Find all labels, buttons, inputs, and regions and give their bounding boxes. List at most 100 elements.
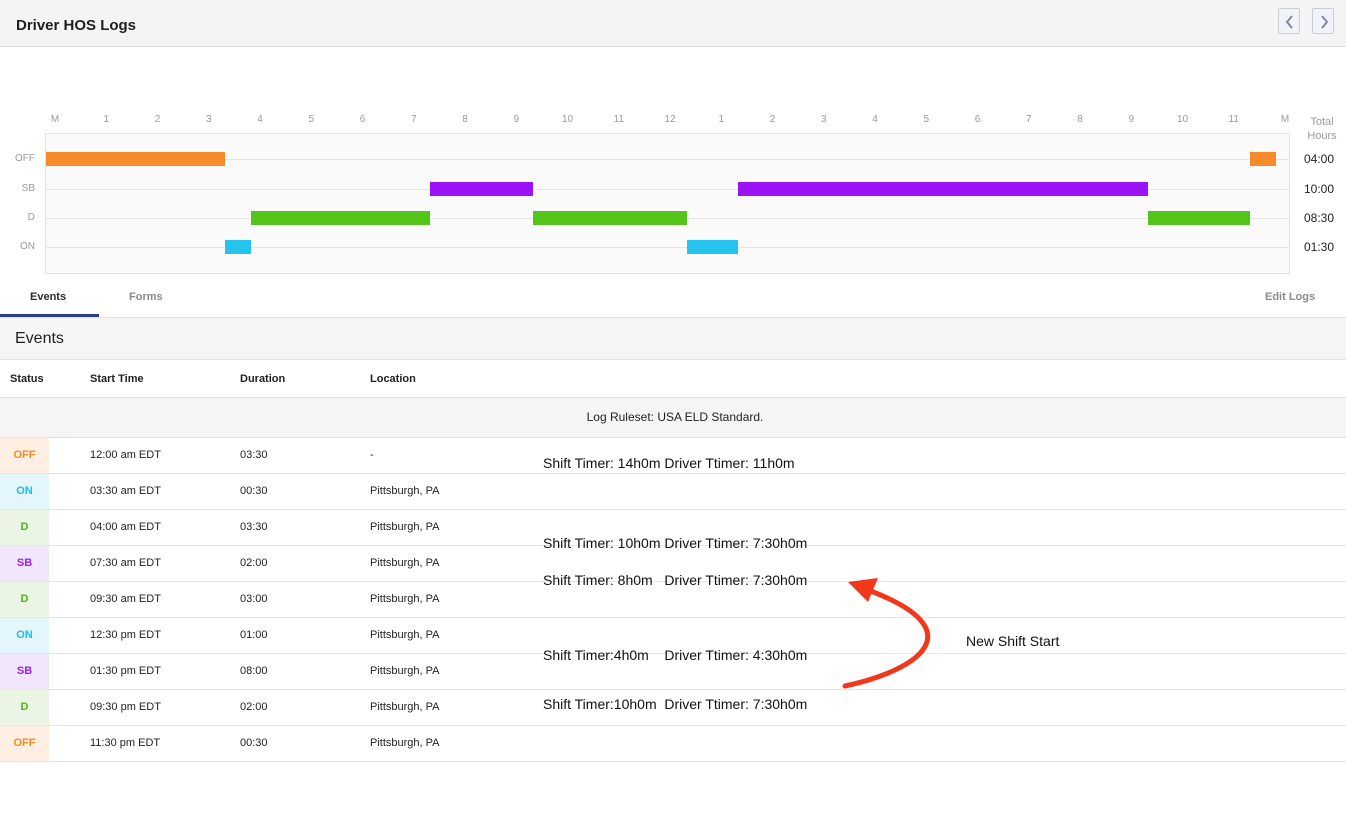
annotation-shift-timer-4: Shift Timer:4h0m Driver Ttimer: 4:30h0m: [543, 647, 808, 663]
event-location: Pittsburgh, PA: [370, 665, 440, 677]
previous-day-button[interactable]: [1278, 8, 1300, 34]
hour-label: 7: [410, 114, 417, 125]
hour-label: 2: [154, 114, 161, 125]
duty-status-bar-off[interactable]: [1250, 152, 1276, 166]
page-title: Driver HOS Logs: [16, 17, 137, 34]
event-duration: 02:00: [240, 701, 268, 713]
hos-log-graph: Total Hours M 1 2 3 4 5 6 7 8 9 10 11 12 1 2 3 4 5 6 7 8 9 10 1…: [0, 110, 1346, 280]
next-day-button[interactable]: [1312, 8, 1334, 34]
hour-label: 4: [872, 114, 878, 125]
hour-label: 8: [462, 114, 468, 125]
annotation-shift-timer-3: Shift Timer: 8h0m Driver Ttimer: 7:30h0m: [543, 572, 808, 588]
column-header-status: Status: [10, 373, 44, 385]
ruleset-row: Log Ruleset: USA ELD Standard.: [0, 398, 1346, 438]
event-row[interactable]: ON 03:30 am EDT 00:30 Pittsburgh, PA: [0, 474, 1346, 510]
duty-status-bar-d[interactable]: [1147, 211, 1251, 225]
event-location: -: [370, 449, 374, 461]
chevron-left-icon: [1285, 15, 1293, 29]
hour-label: 11: [1228, 114, 1239, 125]
events-section-header: Events: [0, 318, 1346, 360]
hour-label: 10: [1176, 114, 1189, 125]
event-start-time: 03:30 am EDT: [90, 485, 161, 497]
event-start-time: 09:30 pm EDT: [90, 701, 161, 713]
status-badge: ON: [0, 474, 49, 509]
duty-status-bar-d[interactable]: [532, 211, 687, 225]
hour-label: 10: [561, 114, 574, 125]
event-start-time: 11:30 pm EDT: [90, 737, 161, 749]
hour-label: 4: [257, 114, 263, 125]
tab-events[interactable]: Events: [30, 291, 66, 303]
event-start-time: 04:00 am EDT: [90, 521, 161, 533]
event-start-time: 01:30 pm EDT: [90, 665, 161, 677]
hour-label: 1: [103, 114, 110, 125]
hour-label: 9: [513, 114, 520, 125]
graph-row-line: [45, 159, 1290, 160]
event-start-time: 09:30 am EDT: [90, 593, 161, 605]
event-location: Pittsburgh, PA: [370, 701, 440, 713]
hour-label: M: [1280, 114, 1290, 125]
hour-label: M: [50, 114, 60, 125]
status-badge: ON: [0, 618, 49, 653]
ruleset-text: Log Ruleset: USA ELD Standard.: [586, 410, 764, 424]
tab-forms[interactable]: Forms: [129, 291, 163, 303]
graph-row-total-on: 01:30: [1304, 240, 1335, 254]
hour-label: 1: [718, 114, 725, 125]
status-badge: OFF: [0, 726, 49, 761]
chevron-right-icon: [1321, 15, 1329, 29]
hour-label: 5: [923, 114, 930, 125]
status-badge: D: [0, 510, 49, 545]
annotation-new-shift-start: New Shift Start: [966, 633, 1060, 649]
duty-status-bar-sb[interactable]: [430, 182, 533, 196]
hour-label: 8: [1077, 114, 1083, 125]
graph-row-label-on: ON: [20, 241, 35, 252]
hour-label: 3: [820, 114, 827, 125]
hour-label: 12: [664, 114, 676, 125]
event-location: Pittsburgh, PA: [370, 593, 440, 605]
column-header-start-time: Start Time: [90, 373, 144, 385]
page-header: Driver HOS Logs: [0, 0, 1346, 47]
graph-row-total-off: 04:00: [1304, 152, 1335, 166]
graph-row-total-sb: 10:00: [1304, 182, 1335, 196]
hour-label: 9: [1128, 114, 1135, 125]
hour-label: 2: [769, 114, 776, 125]
event-row[interactable]: OFF 11:30 pm EDT 00:30 Pittsburgh, PA: [0, 726, 1346, 762]
events-title: Events: [15, 330, 64, 347]
event-duration: 00:30: [240, 485, 268, 497]
graph-row-label-sb: SB: [21, 183, 35, 194]
graph-row-label-off: OFF: [15, 153, 35, 164]
edit-logs-link[interactable]: Edit Logs: [1265, 291, 1315, 303]
event-duration: 02:00: [240, 557, 268, 569]
event-duration: 00:30: [240, 737, 268, 749]
column-header-duration: Duration: [240, 373, 286, 385]
hour-label: 5: [308, 114, 315, 125]
annotation-shift-timer-2: Shift Timer: 10h0m Driver Ttimer: 7:30h0…: [543, 535, 808, 551]
duty-status-bar-sb[interactable]: [737, 182, 1148, 196]
new-shift-arrow-icon: [842, 578, 931, 689]
tab-bar: Events Forms Edit Logs: [0, 282, 1346, 319]
status-badge: SB: [0, 654, 49, 689]
hour-label: 3: [205, 114, 212, 125]
duty-status-bar-off[interactable]: [46, 152, 226, 166]
duty-status-bar-d[interactable]: [251, 211, 431, 225]
status-badge: D: [0, 690, 49, 725]
duty-status-bar-on[interactable]: [686, 240, 738, 254]
event-duration: 03:30: [240, 449, 268, 461]
event-start-time: 12:30 pm EDT: [90, 629, 161, 641]
total-hours-label: Total Hours: [1307, 116, 1337, 142]
event-duration: 08:00: [240, 665, 268, 677]
duty-status-bar-on[interactable]: [225, 240, 251, 254]
column-header-location: Location: [370, 373, 416, 385]
event-location: Pittsburgh, PA: [370, 557, 440, 569]
hour-label: 7: [1025, 114, 1032, 125]
event-location: Pittsburgh, PA: [370, 737, 440, 749]
event-location: Pittsburgh, PA: [370, 629, 440, 641]
event-duration: 03:30: [240, 521, 268, 533]
status-badge: OFF: [0, 438, 49, 473]
status-badge: D: [0, 582, 49, 617]
active-tab-indicator: [0, 314, 99, 317]
hour-label: 6: [359, 114, 366, 125]
graph-row-total-d: 08:30: [1304, 211, 1335, 225]
event-location: Pittsburgh, PA: [370, 521, 440, 533]
annotation-shift-timer-1: Shift Timer: 14h0m Driver Ttimer: 11h0m: [543, 455, 795, 471]
graph-row-label-d: D: [27, 212, 35, 223]
